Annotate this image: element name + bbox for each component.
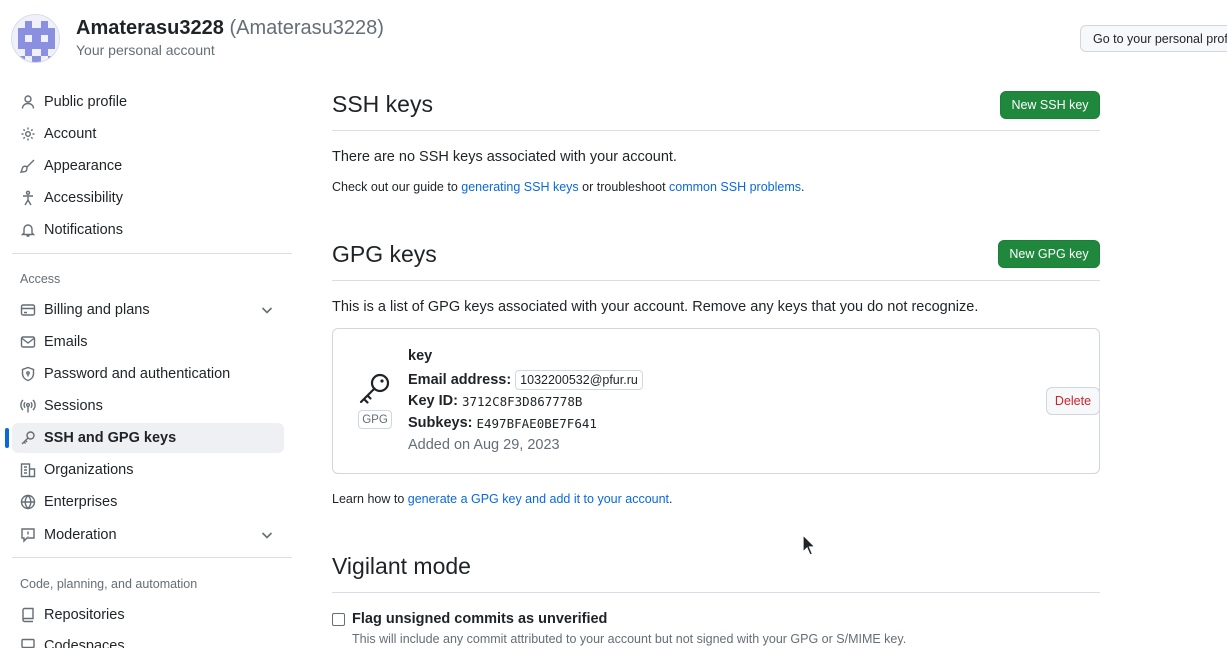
key-email-row: Email address: 1032200532@pfur.ru <box>408 370 643 390</box>
repo-icon <box>20 607 36 623</box>
mouse-cursor-icon <box>802 533 817 556</box>
gpg-intro-text: This is a list of GPG keys associated wi… <box>332 299 979 315</box>
vigilant-mode-heading: Vigilant mode <box>332 553 471 579</box>
sidebar-item-label: Public profile <box>44 94 128 110</box>
generate-gpg-key-link[interactable]: generate a GPG key and add it to your ac… <box>408 492 669 506</box>
sidebar-item-label: SSH and GPG keys <box>44 430 177 446</box>
mail-icon <box>20 334 36 350</box>
ssh-guide-prefix: Check out our guide to <box>332 180 462 194</box>
organization-icon <box>20 462 36 478</box>
accessibility-icon <box>20 190 36 206</box>
sidebar-item-accessibility[interactable]: Accessibility <box>12 183 284 213</box>
ssh-guide-mid: or troubleshoot <box>578 180 670 194</box>
key-name: key <box>408 348 433 364</box>
ssh-guide-suffix: . <box>801 180 805 194</box>
gear-icon <box>20 126 36 142</box>
key-added-date: Added on Aug 29, 2023 <box>408 437 560 453</box>
new-gpg-key-button[interactable]: New GPG key <box>998 240 1100 268</box>
section-divider <box>332 592 1100 593</box>
flag-unsigned-label[interactable]: Flag unsigned commits as unverified <box>352 611 607 627</box>
account-subtitle: Your personal account <box>76 42 215 58</box>
sidebar-item-label: Password and authentication <box>44 366 231 382</box>
account-login: (Amaterasu3228) <box>229 17 384 39</box>
sidebar-divider <box>12 557 292 558</box>
subkeys-row: Subkeys: E497BFAE0BE7F641 <box>408 415 597 431</box>
broadcast-icon <box>20 398 36 414</box>
gpg-learn-text: Learn how to generate a GPG key and add … <box>332 492 673 506</box>
codespaces-icon <box>20 638 36 648</box>
globe-icon <box>20 494 36 510</box>
sidebar-item-public-profile[interactable]: Public profile <box>12 87 284 117</box>
subkeys-value: E497BFAE0BE7F641 <box>476 415 597 431</box>
chevron-down-icon[interactable] <box>260 303 274 317</box>
sidebar-item-label: Accessibility <box>44 190 123 206</box>
key-icon <box>357 371 393 407</box>
avatar[interactable] <box>11 14 60 63</box>
person-icon <box>20 94 36 110</box>
credit-card-icon <box>20 302 36 318</box>
gpg-keys-heading: GPG keys <box>332 241 437 267</box>
account-name: Amaterasu3228 (Amaterasu3228) <box>76 17 384 40</box>
sidebar-item-appearance[interactable]: Appearance <box>12 151 284 181</box>
delete-key-button[interactable]: Delete <box>1046 387 1100 415</box>
sidebar-section-access: Access <box>20 272 61 286</box>
key-id-row: Key ID: 3712C8F3D867778B <box>408 393 582 409</box>
sidebar-divider <box>12 253 292 254</box>
sidebar-item-emails[interactable]: Emails <box>12 327 284 357</box>
flag-unsigned-checkbox[interactable] <box>332 613 345 626</box>
account-name-text[interactable]: Amaterasu3228 <box>76 17 224 39</box>
active-indicator <box>5 428 9 448</box>
key-id-value: 3712C8F3D867778B <box>461 393 583 409</box>
paintbrush-icon <box>20 158 36 174</box>
sidebar-item-repositories[interactable]: Repositories <box>12 600 284 630</box>
sidebar-item-label: Codespaces <box>44 638 125 648</box>
sidebar-item-ssh-gpg-keys[interactable]: SSH and GPG keys <box>5 423 284 453</box>
flag-unsigned-note: This will include any commit attributed … <box>352 632 907 646</box>
sidebar-item-label: Notifications <box>44 222 123 238</box>
gpg-learn-prefix: Learn how to <box>332 492 408 506</box>
gpg-learn-suffix: . <box>669 492 673 506</box>
page-header: Amaterasu3228 (Amaterasu3228) Your perso… <box>0 0 1227 70</box>
key-email: 1032200532@pfur.ru <box>515 370 643 390</box>
sidebar-item-label: Enterprises <box>44 494 118 510</box>
sidebar-item-organizations[interactable]: Organizations <box>12 455 284 485</box>
sidebar-item-account[interactable]: Account <box>12 119 284 149</box>
report-icon <box>20 527 36 543</box>
sidebar-item-sessions[interactable]: Sessions <box>12 391 284 421</box>
sidebar-item-moderation[interactable]: Moderation <box>12 520 284 550</box>
gpg-key-entry: GPG key Email address: 1032200532@pfur.r… <box>332 328 1100 474</box>
sidebar-item-label: Moderation <box>44 527 117 543</box>
ssh-keys-heading: SSH keys <box>332 91 433 117</box>
sidebar-item-label: Account <box>44 126 97 142</box>
gpg-badge: GPG <box>358 410 392 429</box>
section-divider <box>332 130 1100 131</box>
sidebar-item-label: Organizations <box>44 462 134 478</box>
common-ssh-problems-link[interactable]: common SSH problems <box>669 180 801 194</box>
sidebar-item-label: Emails <box>44 334 88 350</box>
go-to-profile-button[interactable]: Go to your personal profile <box>1080 25 1227 52</box>
sidebar-item-billing[interactable]: Billing and plans <box>12 295 284 325</box>
bell-icon <box>20 222 36 238</box>
generating-ssh-keys-link[interactable]: generating SSH keys <box>461 180 578 194</box>
ssh-empty-text: There are no SSH keys associated with yo… <box>332 149 677 165</box>
sidebar-section-code: Code, planning, and automation <box>20 577 198 591</box>
new-ssh-key-button[interactable]: New SSH key <box>1000 91 1100 119</box>
chevron-down-icon[interactable] <box>260 528 274 542</box>
sidebar-item-codespaces[interactable]: Codespaces <box>12 631 284 648</box>
email-label: Email address: <box>408 372 512 388</box>
sidebar-item-label: Billing and plans <box>44 302 150 318</box>
shield-lock-icon <box>20 366 36 382</box>
section-divider <box>332 280 1100 281</box>
key-id-label: Key ID: <box>408 393 458 409</box>
sidebar-item-notifications[interactable]: Notifications <box>12 215 284 245</box>
ssh-guide-text: Check out our guide to generating SSH ke… <box>332 180 805 194</box>
sidebar-item-label: Appearance <box>44 158 123 174</box>
sidebar-item-label: Sessions <box>44 398 103 414</box>
subkeys-label: Subkeys: <box>408 415 473 431</box>
sidebar-item-password[interactable]: Password and authentication <box>12 359 284 389</box>
key-icon <box>20 430 36 446</box>
sidebar-item-label: Repositories <box>44 607 125 623</box>
sidebar-item-enterprises[interactable]: Enterprises <box>12 487 284 517</box>
